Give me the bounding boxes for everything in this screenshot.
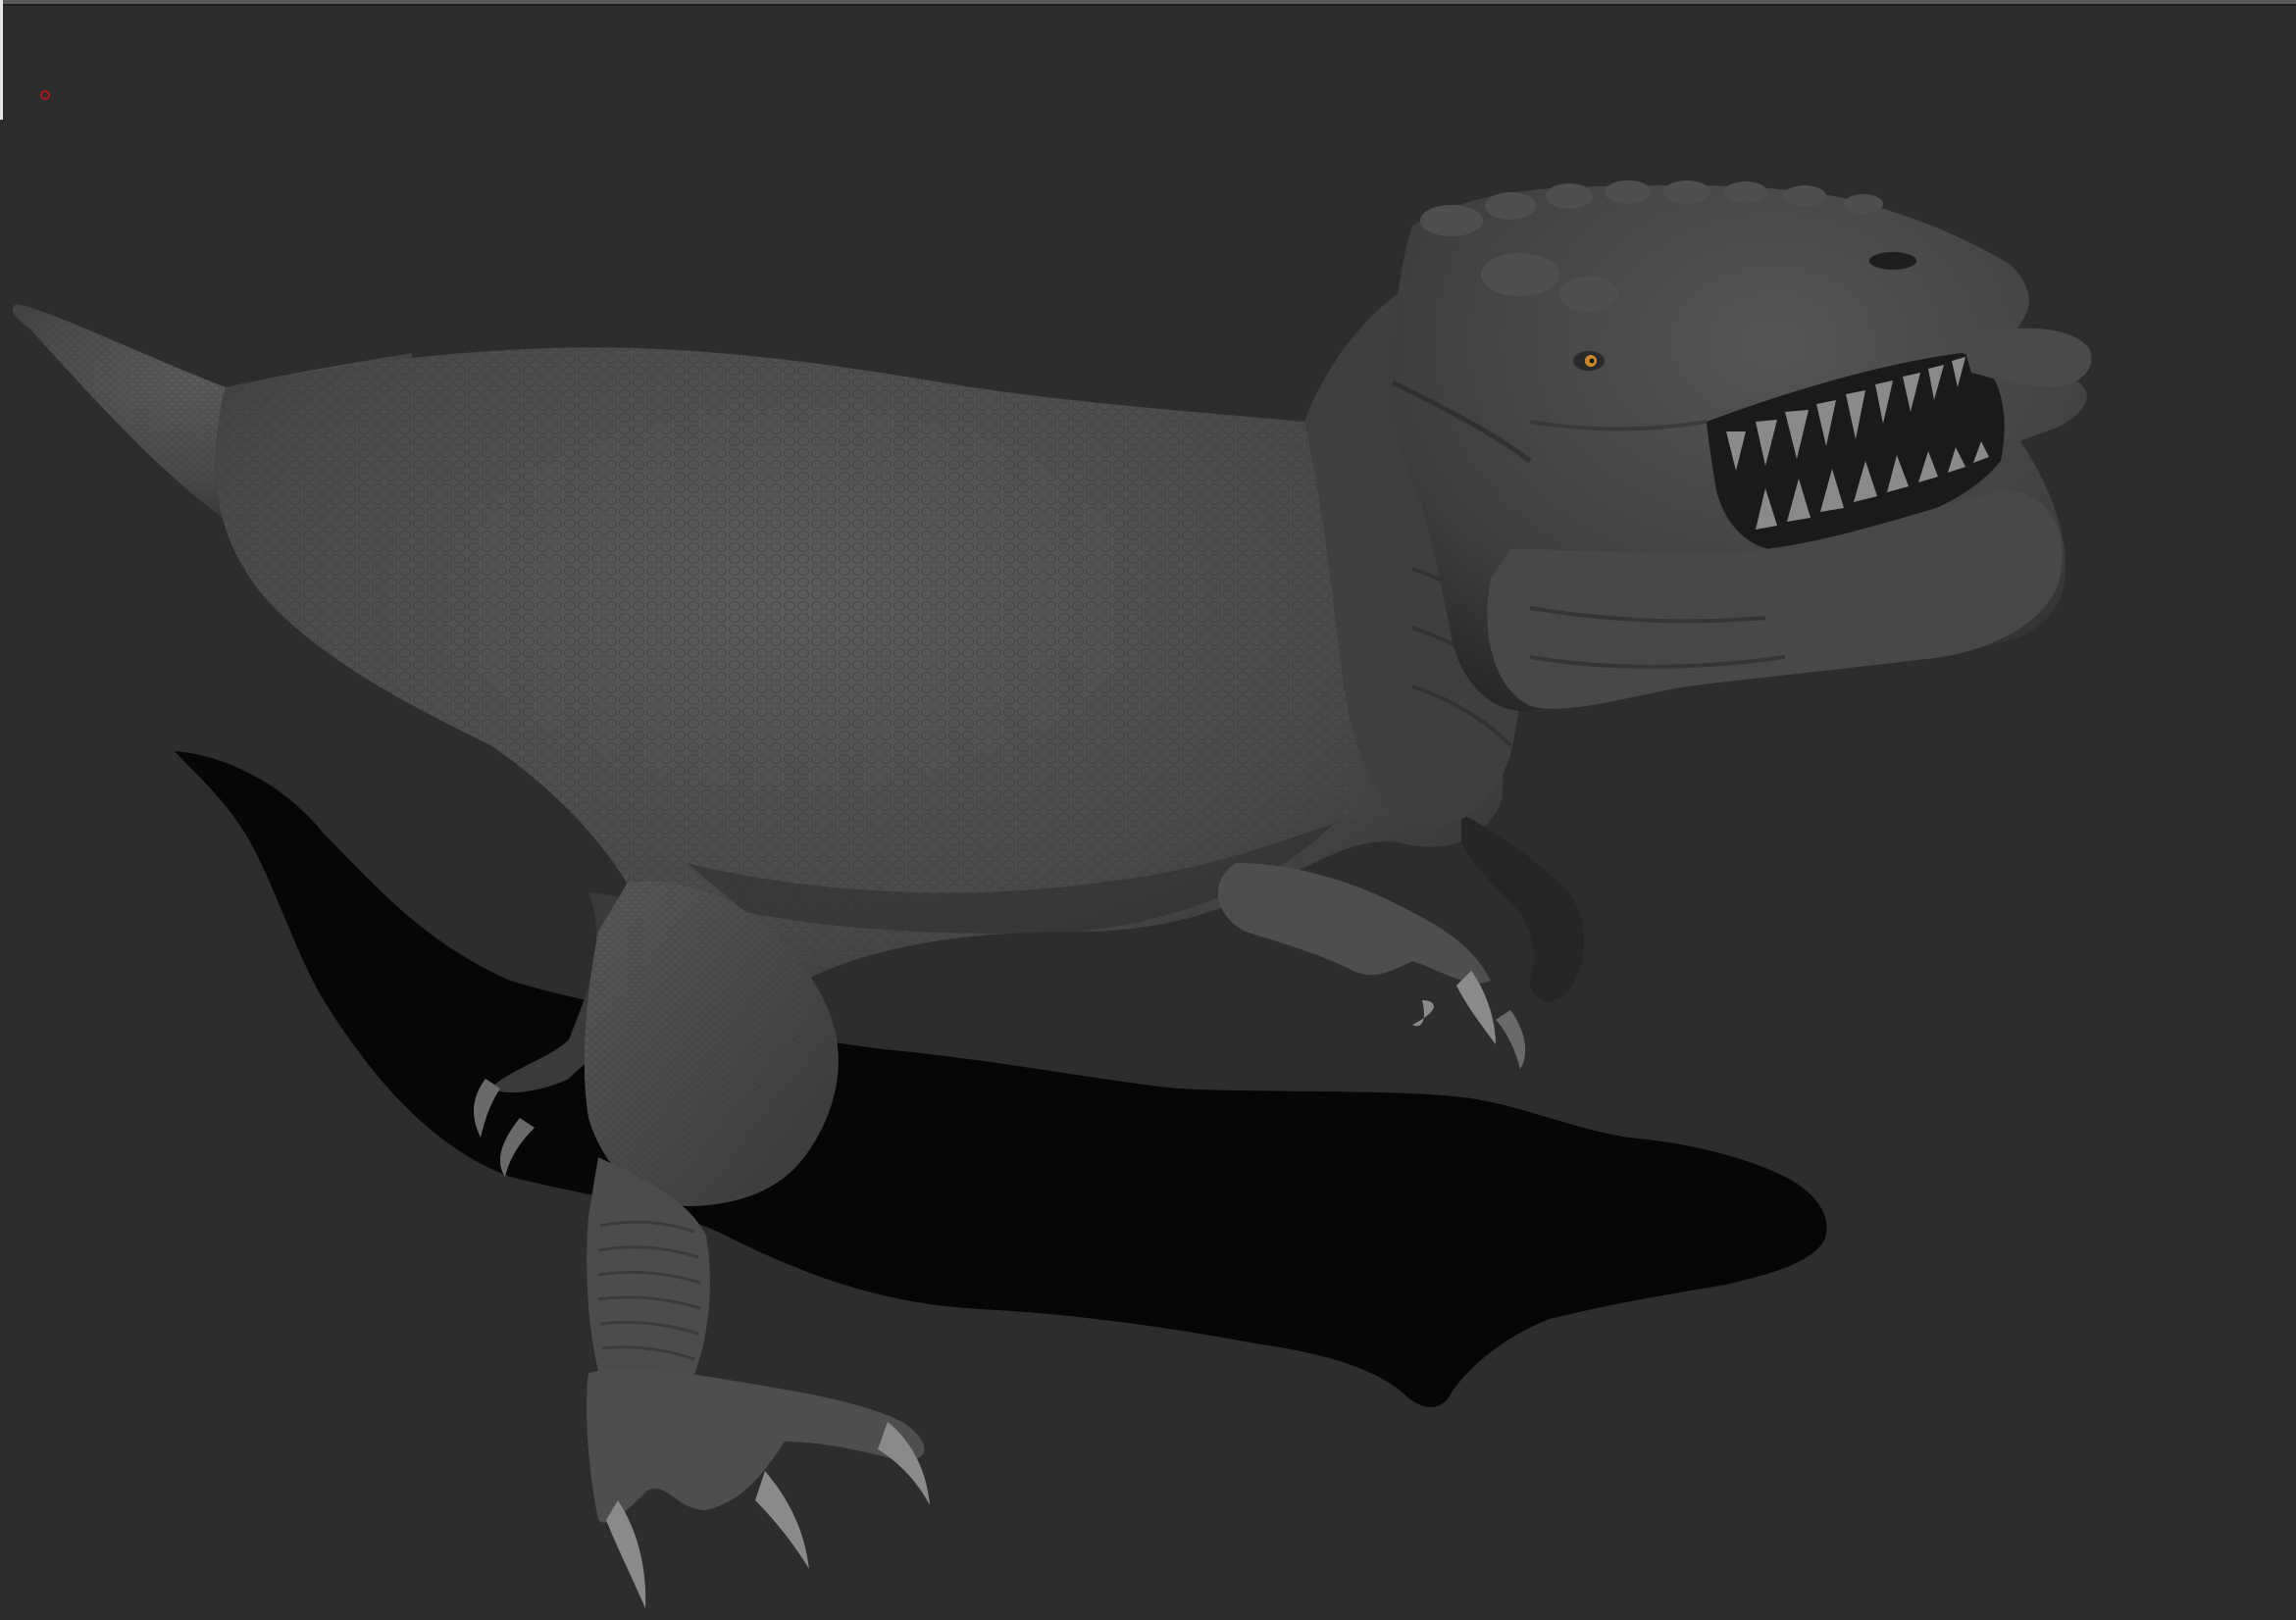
3d-viewport[interactable]: [0, 0, 2296, 1620]
dinosaur-scene: [12, 180, 2092, 1608]
head: [1389, 180, 2092, 712]
